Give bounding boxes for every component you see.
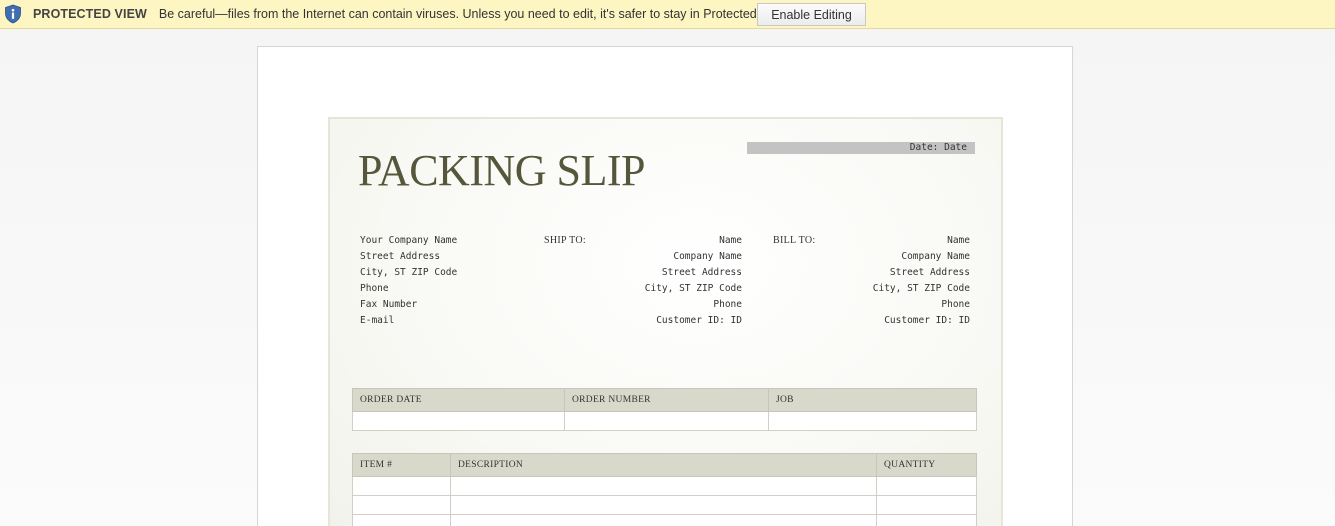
company-line: Your Company Name — [360, 235, 458, 246]
company-line: Street Address — [360, 251, 441, 262]
company-line: Phone — [360, 283, 389, 294]
item-number-header: ITEM # — [352, 453, 451, 477]
table-row — [352, 476, 977, 496]
bill-to-line: Phone — [941, 299, 970, 310]
order-date-header: ORDER DATE — [352, 388, 565, 412]
bill-to-line: Name — [947, 235, 970, 246]
bill-to-line: Street Address — [889, 267, 970, 278]
document-canvas[interactable]: PACKING SLIP Date: Date Your Company Nam… — [0, 29, 1335, 526]
quantity-header: QUANTITY — [876, 453, 977, 477]
ship-to-line: Customer ID: ID — [656, 315, 742, 326]
order-date-cell — [352, 411, 565, 431]
ship-to-line: Name — [719, 235, 742, 246]
bill-to-line: City, ST ZIP Code — [872, 283, 970, 294]
description-header: DESCRIPTION — [450, 453, 877, 477]
bill-to-line: Company Name — [901, 251, 970, 262]
ship-to-line: Phone — [713, 299, 742, 310]
items-table: ITEM # DESCRIPTION QUANTITY — [352, 453, 977, 526]
bill-to-line: Customer ID: ID — [884, 315, 970, 326]
company-info: Your Company Name Street Address City, S… — [360, 233, 457, 329]
bill-to-label: BILL TO: — [773, 235, 816, 246]
info-shield-icon — [4, 4, 22, 24]
document-page[interactable]: PACKING SLIP Date: Date Your Company Nam… — [257, 46, 1073, 526]
table-row — [352, 495, 977, 515]
date-field: Date: Date — [747, 142, 975, 154]
ship-to-label: SHIP TO: — [544, 235, 586, 246]
enable-editing-button[interactable]: Enable Editing — [757, 3, 866, 26]
table-row — [352, 514, 977, 526]
bill-to-info: Name Company Name Street Address City, S… — [858, 233, 970, 329]
protected-view-label: PROTECTED VIEW — [33, 7, 147, 21]
packing-slip: PACKING SLIP Date: Date Your Company Nam… — [328, 117, 1003, 526]
order-number-cell — [564, 411, 769, 431]
company-line: Fax Number — [360, 299, 418, 310]
job-header: JOB — [768, 388, 977, 412]
protected-view-message: Be careful—files from the Internet can c… — [158, 7, 790, 21]
protected-view-bar: PROTECTED VIEW Be careful—files from the… — [0, 0, 1335, 29]
ship-to-line: City, ST ZIP Code — [644, 283, 742, 294]
order-table: ORDER DATE ORDER NUMBER JOB — [352, 388, 977, 431]
ship-to-line: Company Name — [673, 251, 742, 262]
job-cell — [768, 411, 977, 431]
order-number-header: ORDER NUMBER — [564, 388, 769, 412]
company-line: City, ST ZIP Code — [360, 267, 458, 278]
page-title: PACKING SLIP — [358, 146, 646, 195]
ship-to-info: Name Company Name Street Address City, S… — [630, 233, 742, 329]
ship-to-line: Street Address — [661, 267, 742, 278]
company-line: E-mail — [360, 315, 395, 326]
